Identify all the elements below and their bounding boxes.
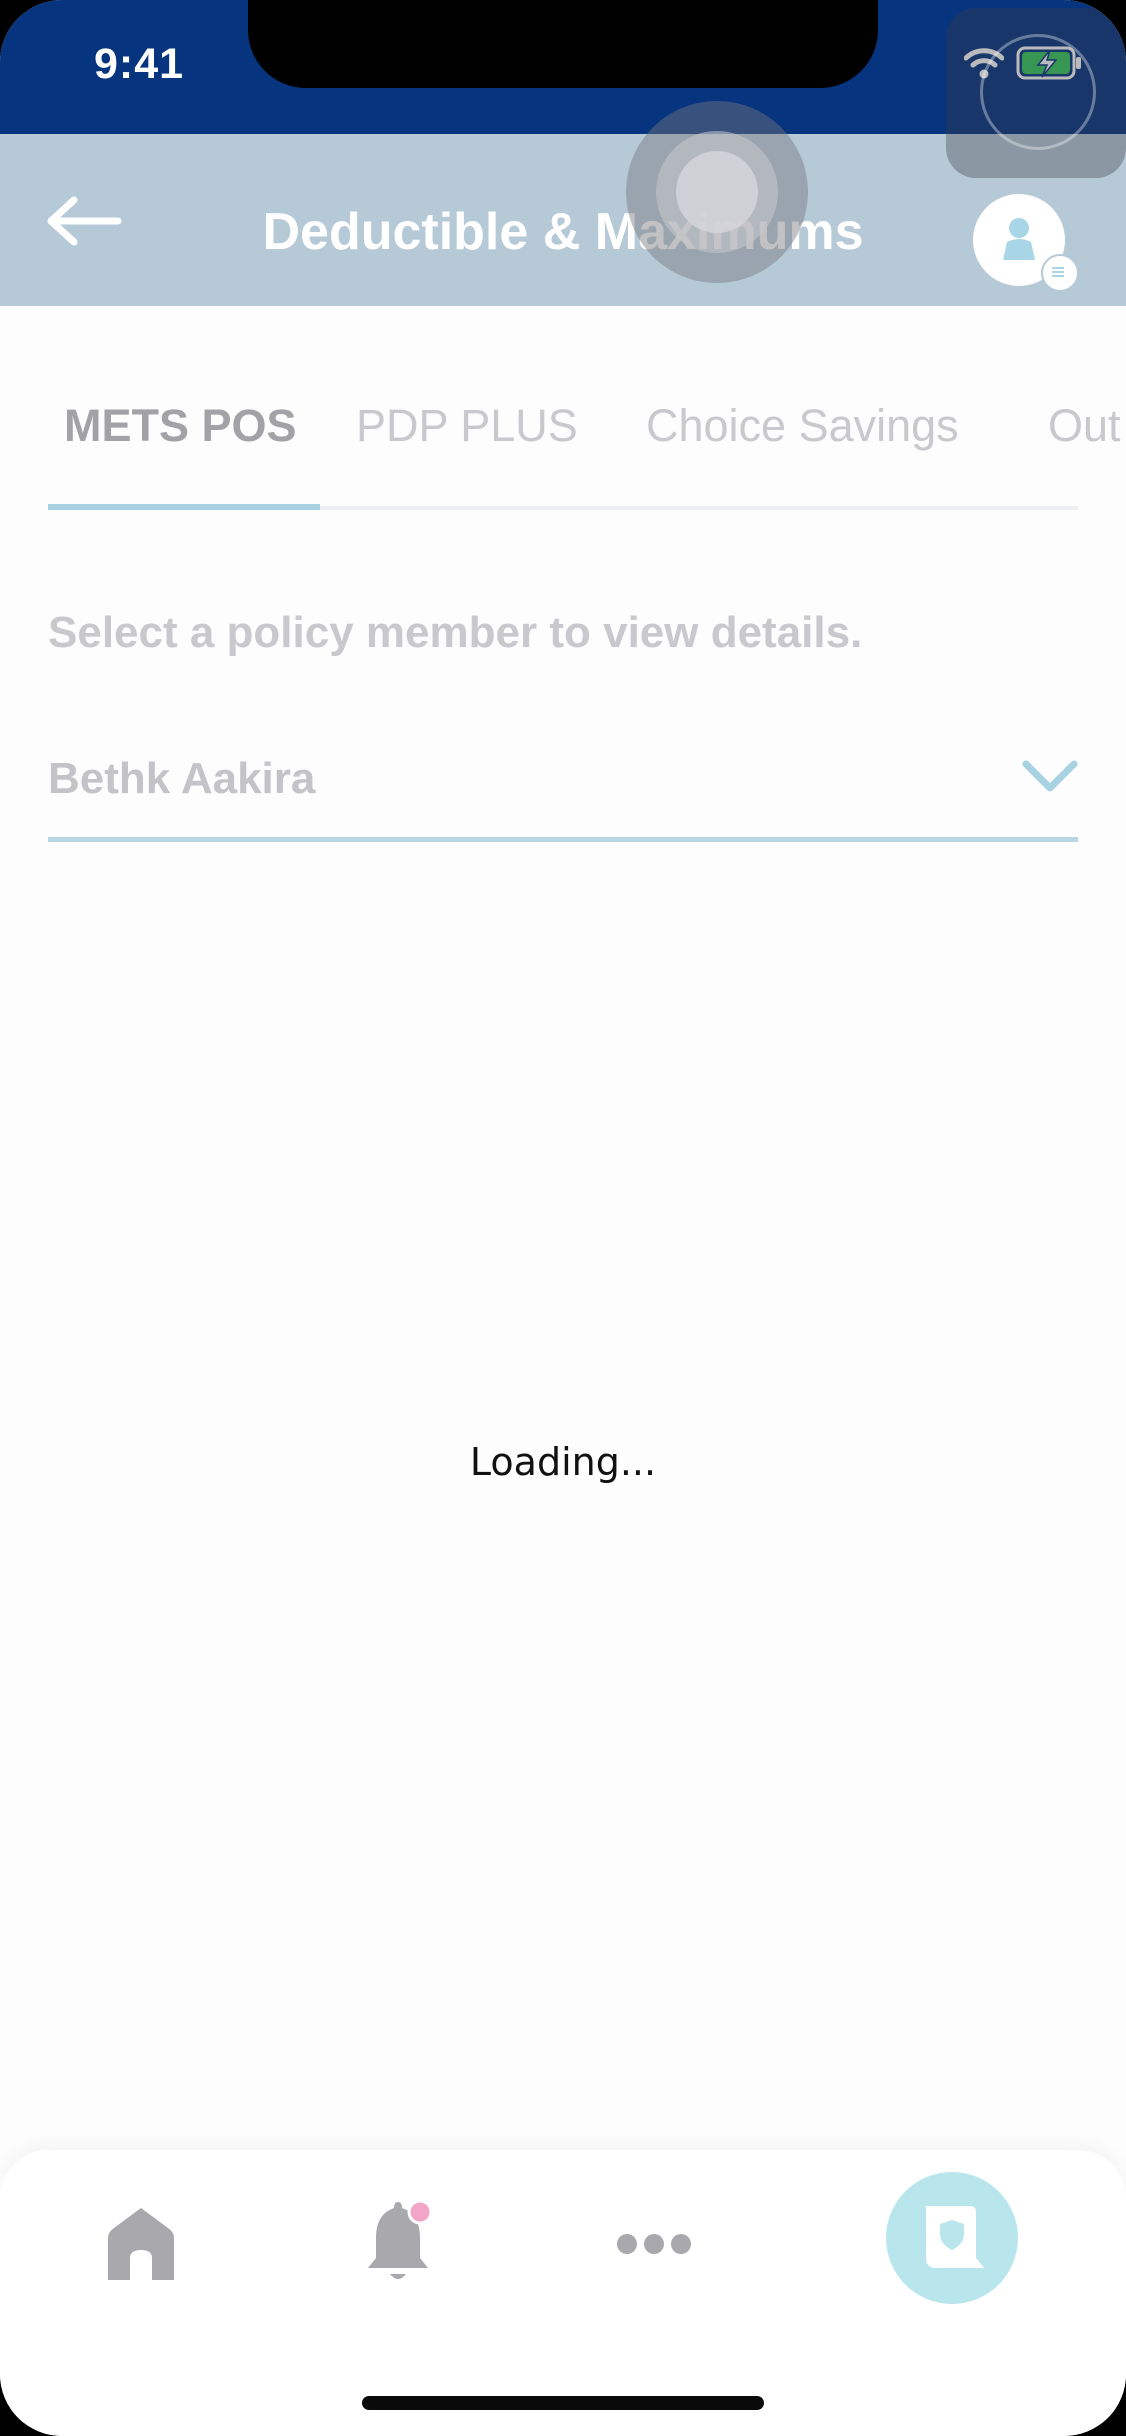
bottom-nav — [0, 2150, 1126, 2436]
more-icon — [617, 2234, 691, 2254]
policy-document-icon — [926, 2206, 984, 2268]
loading-text: Loading... — [469, 1440, 657, 1484]
home-icon — [108, 2208, 174, 2280]
member-dropdown[interactable]: Bethk Aakira — [48, 730, 1078, 842]
touch-indicator — [626, 101, 808, 283]
profile-avatar-button[interactable] — [973, 194, 1079, 292]
status-time: 9:41 — [94, 40, 185, 88]
plan-tabs: METS POS PDP PLUS Choice Savings Out — [0, 400, 1126, 510]
tab-choice-savings[interactable]: Choice Savings — [646, 400, 959, 452]
page-title: Deductible & Maximums — [262, 203, 864, 261]
tab-pdp-plus[interactable]: PDP PLUS — [356, 400, 578, 452]
member-instruction: Select a policy member to view details. — [48, 608, 863, 657]
avatar-menu-badge — [1041, 254, 1079, 292]
touch-indicator-dot — [676, 151, 758, 233]
nav-more-button[interactable] — [616, 2232, 692, 2256]
tab-out[interactable]: Out — [1048, 400, 1121, 452]
tab-active-indicator — [48, 504, 320, 510]
chevron-down-icon — [1022, 760, 1078, 792]
menu-lines-icon — [1052, 267, 1064, 277]
member-dropdown-value: Bethk Aakira — [48, 754, 316, 803]
tab-mets-pos[interactable]: METS POS — [64, 400, 297, 452]
assistive-touch-button[interactable] — [946, 8, 1126, 178]
nav-policy-button[interactable] — [886, 2172, 1018, 2304]
phone-screen: 9:41 Deductible & Maximums METS POS PDP … — [0, 0, 1126, 2436]
nav-home-button[interactable] — [104, 2204, 178, 2284]
nav-notifications-button[interactable] — [362, 2198, 434, 2288]
home-indicator — [362, 2396, 764, 2410]
device-notch — [248, 0, 878, 88]
assistive-touch-ring — [980, 34, 1096, 150]
member-dropdown-underline — [48, 837, 1078, 842]
notification-badge — [407, 2199, 433, 2225]
bell-icon — [368, 2199, 433, 2279]
